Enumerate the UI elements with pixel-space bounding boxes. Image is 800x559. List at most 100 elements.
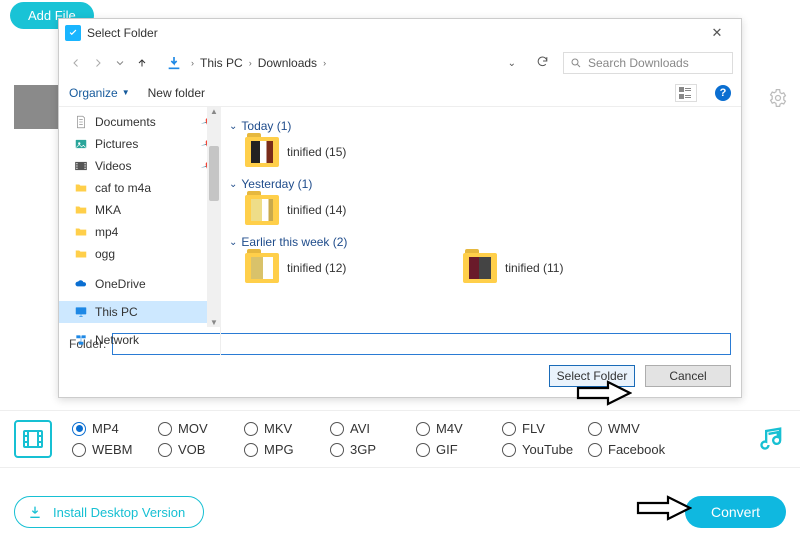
scroll-thumb[interactable] [209,146,219,201]
new-folder-button[interactable]: New folder [148,86,205,100]
search-placeholder: Search Downloads [588,56,689,70]
tree-documents[interactable]: Documents📌 [59,111,220,133]
format-flv[interactable]: FLV [502,421,582,436]
chevron-down-icon: ⌄ [229,121,237,132]
monitor-icon [73,304,89,320]
scroll-down-icon[interactable]: ▼ [210,318,218,327]
group-yesterday[interactable]: ⌄Yesterday (1) [229,177,731,191]
nav-back-icon[interactable] [67,54,85,72]
help-icon[interactable]: ? [715,85,731,101]
format-facebook[interactable]: Facebook [588,442,668,457]
search-input[interactable]: Search Downloads [563,52,733,74]
annotation-arrow-select [576,380,632,409]
format-youtube[interactable]: YouTube [502,442,582,457]
chevron-down-icon: ⌄ [229,237,237,248]
folder-content[interactable]: ⌄Today (1) tinified (15) ⌄Yesterday (1) … [221,107,741,327]
format-label: MPG [264,442,294,457]
format-label: VOB [178,442,205,457]
audio-format-icon[interactable] [758,424,786,455]
tree-mka[interactable]: MKA [59,199,220,221]
format-mp4[interactable]: MP4 [72,421,152,436]
downloads-icon [165,54,183,72]
tree-onedrive[interactable]: OneDrive [59,273,220,295]
settings-gear-icon[interactable] [768,88,788,111]
folder-item[interactable]: tinified (11) [463,253,663,283]
tree-caf[interactable]: caf to m4a [59,177,220,199]
format-wmv[interactable]: WMV [588,421,668,436]
radio-icon [158,443,172,457]
format-vob[interactable]: VOB [158,442,238,457]
format-3gp[interactable]: 3GP [330,442,410,457]
nav-forward-icon [89,54,107,72]
format-label: GIF [436,442,458,457]
document-icon [73,114,89,130]
tree-videos[interactable]: Videos📌 [59,155,220,177]
convert-button[interactable]: Convert [685,496,786,528]
dialog-title: Select Folder [87,26,699,40]
format-label: YouTube [522,442,573,457]
breadcrumb[interactable]: › This PC › Downloads › [187,56,330,70]
tree-this-pc[interactable]: This PC [59,301,220,323]
format-label: M4V [436,421,463,436]
folder-item[interactable]: tinified (12) [245,253,445,283]
network-icon [73,332,89,348]
annotation-arrow-convert [636,495,692,524]
breadcrumb-this-pc[interactable]: This PC [200,56,243,70]
radio-icon [72,422,86,436]
radio-icon [244,422,258,436]
view-options-icon[interactable] [675,84,697,102]
format-m4v[interactable]: M4V [416,421,496,436]
format-label: FLV [522,421,545,436]
address-dropdown-icon[interactable]: ⌄ [502,58,522,69]
radio-icon [244,443,258,457]
radio-icon [588,422,602,436]
folder-tree[interactable]: Documents📌 Pictures📌 Videos📌 caf to m4a … [59,107,221,355]
background-thumb [14,85,59,129]
format-label: AVI [350,421,370,436]
format-gif[interactable]: GIF [416,442,496,457]
close-icon[interactable]: ✕ [699,25,735,41]
group-today[interactable]: ⌄Today (1) [229,119,731,133]
scroll-up-icon[interactable]: ▲ [210,107,218,116]
dialog-toolbar: Organize▼ New folder ? [59,79,741,107]
video-format-icon[interactable] [14,420,52,458]
tree-scrollbar[interactable]: ▲ ▼ [207,107,221,327]
radio-icon [502,422,516,436]
format-label: WMV [608,421,640,436]
format-mov[interactable]: MOV [158,421,238,436]
folder-item[interactable]: tinified (15) [245,137,445,167]
dialog-actions: Select Folder Cancel [59,361,741,397]
tree-ogg[interactable]: ogg [59,243,220,265]
tree-mp4[interactable]: mp4 [59,221,220,243]
nav-up-icon[interactable] [133,54,151,72]
chevron-right-icon: › [245,58,256,68]
format-label: Facebook [608,442,665,457]
nav-recent-icon[interactable] [111,54,129,72]
refresh-icon[interactable] [526,55,559,71]
format-avi[interactable]: AVI [330,421,410,436]
radio-icon [416,443,430,457]
format-bar: MP4 MOV MKV AVI M4V FLV WMV WEBM VOB MPG 3GP GIF Yo… [0,410,800,468]
radio-icon [416,422,430,436]
folder-item[interactable]: tinified (14) [245,195,445,225]
folder-icon [73,202,89,218]
app-icon [65,25,81,41]
organize-menu[interactable]: Organize▼ [69,86,130,100]
breadcrumb-downloads[interactable]: Downloads [258,56,317,70]
onedrive-icon [73,276,89,292]
group-earlier[interactable]: ⌄Earlier this week (2) [229,235,731,249]
tree-network[interactable]: Network [59,329,220,351]
format-label: MP4 [92,421,119,436]
cancel-button[interactable]: Cancel [645,365,731,387]
dialog-titlebar: Select Folder ✕ [59,19,741,47]
radio-icon [330,422,344,436]
format-mkv[interactable]: MKV [244,421,324,436]
radio-icon [330,443,344,457]
install-desktop-button[interactable]: Install Desktop Version [14,496,204,528]
radio-icon [158,422,172,436]
select-folder-dialog: Select Folder ✕ › This PC › Downloads › … [58,18,742,398]
chevron-right-icon: › [319,58,330,68]
tree-pictures[interactable]: Pictures📌 [59,133,220,155]
format-mpg[interactable]: MPG [244,442,324,457]
format-webm[interactable]: WEBM [72,442,152,457]
